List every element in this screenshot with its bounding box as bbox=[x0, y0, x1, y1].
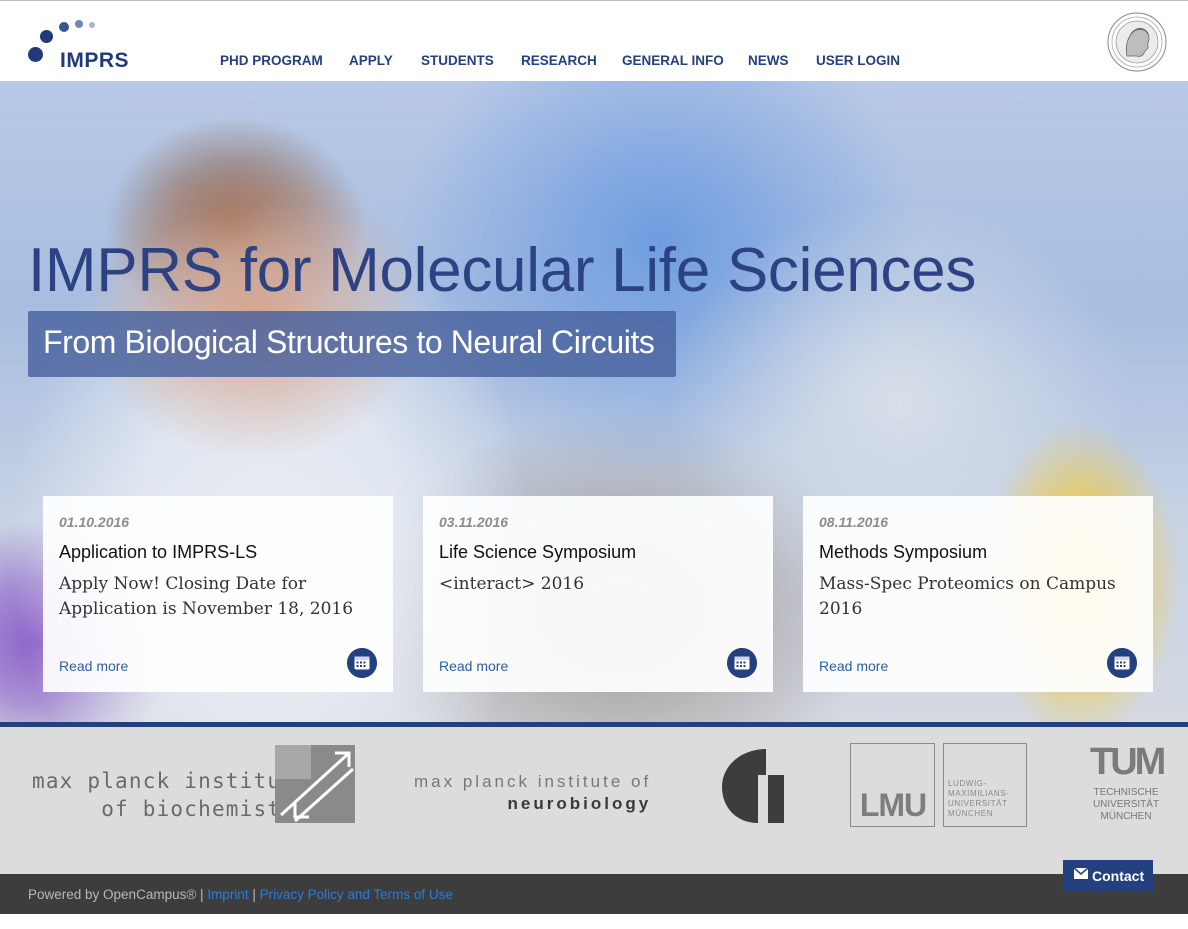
nav-research[interactable]: RESEARCH bbox=[521, 53, 597, 68]
news-card: 01.10.2016 Application to IMPRS-LS Apply… bbox=[43, 496, 393, 692]
mpi-neurobiology-logo[interactable]: max planck institute of neurobiology bbox=[414, 771, 651, 815]
mpi-biochemistry-logo[interactable]: max planck institute of biochemistry bbox=[32, 767, 309, 823]
card-description: <interact> 2016 bbox=[439, 574, 585, 594]
logo-dot bbox=[75, 20, 83, 28]
site-header: IMPRS PHD PROGRAM APPLY STUDENTS RESEARC… bbox=[0, 1, 1188, 81]
card-date: 08.11.2016 bbox=[819, 514, 889, 530]
envelope-icon bbox=[1074, 868, 1088, 879]
imprs-logo[interactable]: IMPRS bbox=[26, 17, 136, 73]
minerva-seal-icon[interactable] bbox=[1107, 12, 1167, 72]
logo-dot bbox=[40, 30, 53, 43]
card-description: Apply Now! Closing Date for Application … bbox=[59, 574, 354, 619]
lmu-long-line: MAXIMILIANS- bbox=[948, 789, 1010, 798]
nav-students[interactable]: STUDENTS bbox=[421, 53, 494, 68]
privacy-policy-link[interactable]: Privacy Policy and Terms of Use bbox=[260, 887, 453, 902]
hero-banner: IMPRS for Molecular Life Sciences From B… bbox=[0, 81, 1188, 722]
lmu-logo[interactable]: LMU LUDWIG- MAXIMILIANS- UNIVERSITÄT MÜN… bbox=[850, 743, 1028, 827]
card-title[interactable]: Application to IMPRS-LS bbox=[59, 542, 257, 563]
lmu-long-line: UNIVERSITÄT bbox=[948, 799, 1008, 808]
footer-separator: | bbox=[252, 887, 256, 902]
contact-label: Contact bbox=[1092, 868, 1145, 884]
card-date: 03.11.2016 bbox=[439, 514, 509, 530]
tum-long-line: TECHNISCHE bbox=[1093, 787, 1159, 798]
lmu-short: LMU bbox=[859, 787, 927, 823]
footer-text: Powered by OpenCampus® | Imprint | Priva… bbox=[28, 887, 453, 902]
powered-by-text: Powered by OpenCampus® | bbox=[28, 887, 204, 902]
calendar-icon[interactable] bbox=[347, 648, 377, 678]
hero-title: IMPRS for Molecular Life Sciences bbox=[28, 236, 977, 305]
mpi-biochemistry-emblem-icon bbox=[275, 745, 355, 823]
news-card: 08.11.2016 Methods Symposium Mass-Spec P… bbox=[803, 496, 1153, 692]
contact-button[interactable]: Contact bbox=[1063, 860, 1153, 892]
mpi-biochem-line1: max planck institute bbox=[32, 769, 309, 793]
nav-general-info[interactable]: GENERAL INFO bbox=[622, 53, 724, 68]
logo-dot bbox=[28, 47, 43, 62]
card-title[interactable]: Methods Symposium bbox=[819, 542, 987, 563]
card-title[interactable]: Life Science Symposium bbox=[439, 542, 636, 563]
lmu-long-line: MÜNCHEN bbox=[948, 809, 994, 818]
hero-subtitle: From Biological Structures to Neural Cir… bbox=[43, 324, 655, 360]
hero-subtitle-box: From Biological Structures to Neural Cir… bbox=[28, 311, 676, 377]
site-footer: Powered by OpenCampus® | Imprint | Priva… bbox=[0, 874, 1188, 914]
news-card: 03.11.2016 Life Science Symposium <inter… bbox=[423, 496, 773, 692]
mpi-neuro-line2: neurobiology bbox=[507, 794, 652, 813]
tum-long-line: MÜNCHEN bbox=[1100, 811, 1152, 822]
tum-long-line: UNIVERSITÄT bbox=[1092, 799, 1160, 810]
calendar-icon[interactable] bbox=[727, 648, 757, 678]
partner-logos: max planck institute of biochemistry max… bbox=[0, 727, 1188, 874]
logo-dot bbox=[89, 22, 95, 28]
logo-text: IMPRS bbox=[60, 49, 130, 72]
nav-user-login[interactable]: USER LOGIN bbox=[816, 53, 900, 68]
nav-apply[interactable]: APPLY bbox=[349, 53, 393, 68]
lmu-long-line: LUDWIG- bbox=[948, 779, 987, 788]
calendar-icon[interactable] bbox=[1107, 648, 1137, 678]
mpi-neuro-line1: max planck institute of bbox=[414, 772, 652, 791]
card-date: 01.10.2016 bbox=[59, 514, 130, 530]
card-description: Mass-Spec Proteomics on Campus 2016 bbox=[819, 574, 1116, 619]
imprint-link[interactable]: Imprint bbox=[207, 887, 248, 902]
nav-phd-program[interactable]: PHD PROGRAM bbox=[220, 53, 323, 68]
page-bottom bbox=[0, 914, 1188, 929]
nav-news[interactable]: NEWS bbox=[748, 53, 789, 68]
logo-dot bbox=[59, 22, 69, 32]
read-more-link[interactable]: Read more bbox=[59, 658, 128, 674]
mpi-biochem-line2: of biochemistry bbox=[101, 797, 309, 821]
tum-logo[interactable]: TUM TECHNISCHE UNIVERSITÄT MÜNCHEN bbox=[1090, 741, 1166, 827]
read-more-link[interactable]: Read more bbox=[439, 658, 508, 674]
tum-short: TUM bbox=[1090, 741, 1166, 783]
mpi-neurobiology-emblem-icon bbox=[722, 749, 784, 823]
read-more-link[interactable]: Read more bbox=[819, 658, 888, 674]
tum-long: TECHNISCHE UNIVERSITÄT MÜNCHEN bbox=[1090, 787, 1162, 823]
